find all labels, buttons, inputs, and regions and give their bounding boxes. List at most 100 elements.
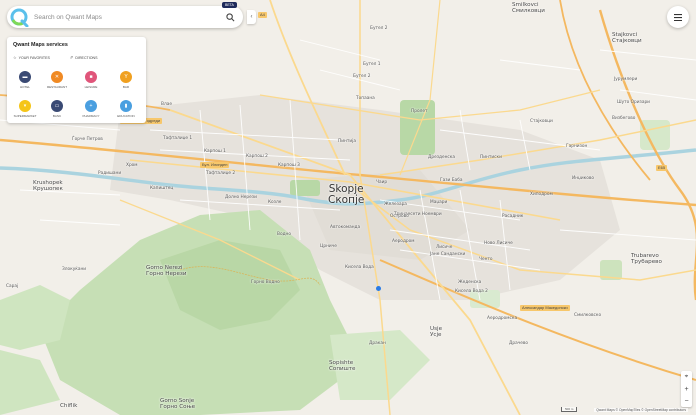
street-label: Топаана [356, 96, 375, 101]
street-label: Пинтиски [480, 155, 502, 160]
favorites-link[interactable]: ☆ YOUR FAVORITES [13, 55, 50, 60]
street-label: Драчево [509, 341, 529, 346]
service-leisure[interactable]: ■ LEISURE [76, 71, 106, 89]
favorites-label: YOUR FAVORITES [18, 55, 50, 60]
qwant-q-icon[interactable] [9, 7, 29, 27]
place-label: Chiflik [60, 403, 78, 409]
street-label: Капиштец [150, 186, 174, 191]
star-icon: ☆ [13, 55, 17, 60]
street-label: Автокоманда [330, 225, 361, 230]
directions-label: DIRECTIONS [75, 55, 98, 60]
service-label: RESTAURANT [46, 85, 68, 89]
street-label: Црниче [320, 244, 337, 249]
road-shield: А4 [258, 12, 267, 18]
money-icon: ▭ [51, 100, 63, 112]
service-bar[interactable]: Y BAR [111, 71, 141, 89]
place-label: Gorno Nerezi Горно Нерези [146, 265, 187, 277]
street-label: Визбегово [612, 116, 636, 121]
street-label: Хром [126, 163, 138, 168]
magnifier-icon[interactable] [223, 10, 237, 24]
service-label: HOTEL [19, 85, 30, 89]
place-label: Gorno Sonje Горно Соње [160, 398, 196, 410]
directions-icon: ↱ [70, 55, 74, 60]
street-label: Гази Баба [440, 178, 463, 183]
search-input[interactable] [32, 7, 223, 27]
road-shield: Александар Македонски [520, 305, 570, 311]
street-label: Стајковци [530, 119, 553, 124]
service-education[interactable]: ▮ EDUCATION [111, 100, 141, 118]
city-name-cyrillic: Скопје [328, 194, 365, 207]
services-title: Qwant Maps services [13, 42, 68, 48]
map-controls: ⌖ + − [681, 371, 692, 407]
place-label: Krushopek Крушопек [33, 180, 63, 192]
street-label: Сарај [6, 284, 19, 289]
street-label: Смилковско [574, 313, 602, 318]
service-hotel[interactable]: ▬ HOTEL [10, 71, 40, 89]
service-pharmacy[interactable]: + PHARMACY [76, 100, 106, 118]
street-label: Гарнизон [566, 144, 588, 149]
street-label: Кисела Вода 2 [455, 289, 488, 294]
menu-button[interactable] [667, 6, 689, 28]
current-location-icon[interactable] [376, 286, 381, 291]
street-label: Кисела Вода [345, 265, 374, 270]
street-label: Острово [390, 214, 409, 219]
street-label: Дрезденска [428, 155, 456, 160]
place-label: Sopishte Сопиште [329, 360, 356, 372]
street-label: Жеденска [458, 280, 482, 285]
service-label: LEISURE [84, 85, 98, 89]
map-attribution[interactable]: Qwant Maps © OpenMapTiles © OpenStreetMa… [594, 408, 688, 412]
street-label: Расадник [502, 214, 524, 219]
bed-icon: ▬ [19, 71, 31, 83]
cocktail-icon: Y [120, 71, 132, 83]
education-icon: ▮ [120, 100, 132, 112]
road-shield: Бул. Илинден [200, 162, 230, 168]
scale-bar: 500 m [561, 407, 578, 412]
place-label: Smilkovci Смилковци [512, 2, 545, 14]
street-label: Железара [384, 202, 407, 207]
service-supermarket[interactable]: ▾ SUPERMARKET [10, 100, 40, 118]
street-label: Долно Нерези [225, 195, 257, 200]
zoom-in-button[interactable]: + [684, 386, 688, 393]
chevron-left-icon: ‹ [250, 14, 253, 20]
street-label: Јурумлери [614, 77, 638, 82]
service-restaurant[interactable]: ✕ RESTAURANT [42, 71, 72, 89]
collapse-panel-button[interactable]: ‹ [247, 10, 256, 24]
street-label: Бутел 2 [353, 74, 371, 79]
street-label: Бутел 1 [363, 62, 381, 67]
street-label: Радишани [98, 171, 122, 176]
service-label: BANK [52, 114, 62, 118]
basket-icon: ▾ [19, 100, 31, 112]
street-label: Влае [161, 102, 172, 107]
hamburger-menu-icon [674, 13, 682, 21]
crosshair-icon[interactable]: ⌖ [685, 374, 688, 381]
street-label: Карпош 3 [278, 163, 300, 168]
road-shield: E65 [656, 165, 668, 171]
street-label: Пролет [411, 109, 428, 114]
street-label: Маџари [430, 200, 448, 205]
service-bank[interactable]: ▭ BANK [42, 100, 72, 118]
street-label: Аеродром [392, 239, 415, 244]
street-label: Карпош 1 [204, 149, 226, 154]
street-label: Горно Водно [251, 280, 280, 285]
beta-badge: BETA [222, 2, 237, 8]
place-label: Stajkovci Стајковци [612, 32, 642, 44]
service-label: SUPERMARKET [13, 114, 37, 118]
cutlery-icon: ✕ [51, 71, 63, 83]
street-label: Тафталиџе 1 [163, 136, 193, 141]
search-bar [7, 6, 243, 28]
service-label: BAR [122, 85, 130, 89]
street-label: Ново Лисиче [484, 241, 513, 246]
street-label: Карпош 2 [246, 154, 268, 159]
city-label: Skopje Скопје [328, 183, 365, 207]
pharmacy-icon: + [85, 100, 97, 112]
place-label: Usje Усје [430, 326, 443, 338]
services-panel: Qwant Maps services ☆ YOUR FAVORITES ↱ D… [7, 37, 146, 123]
street-label: Јане Сандански [430, 252, 466, 257]
street-label: Чаир [376, 180, 388, 185]
service-label: EDUCATION [117, 114, 135, 118]
street-label: Ченто [479, 257, 493, 262]
directions-link[interactable]: ↱ DIRECTIONS [70, 55, 98, 60]
service-label: PHARMACY [82, 114, 100, 118]
place-label: Trubarevo Трубарево [631, 253, 662, 265]
zoom-out-button[interactable]: − [684, 398, 688, 405]
